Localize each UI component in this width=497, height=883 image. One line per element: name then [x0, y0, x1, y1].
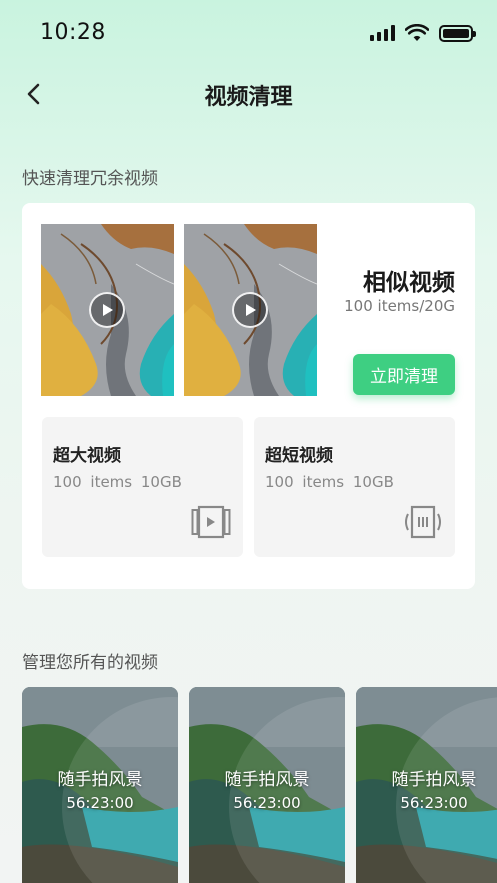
status-bar: 10:28	[0, 0, 497, 64]
play-icon	[89, 292, 125, 328]
similar-videos-meta: 100 items/20G	[344, 297, 455, 315]
video-card[interactable]: 随手拍风景 56:23:00	[356, 687, 497, 883]
status-icons	[370, 24, 476, 42]
similar-video-thumbnail[interactable]	[184, 224, 317, 396]
similar-video-thumbnail[interactable]	[41, 224, 174, 396]
video-card[interactable]: 随手拍风景 56:23:00	[189, 687, 345, 883]
signal-icon	[370, 25, 395, 41]
nav-bar: 视频清理	[0, 68, 497, 122]
video-name: 随手拍风景	[224, 770, 310, 790]
page-title: 视频清理	[204, 85, 293, 110]
status-time: 10:28	[40, 20, 106, 45]
video-duration: 56:23:00	[66, 794, 134, 812]
short-videos-title: 超短视频	[265, 446, 333, 466]
battery-icon	[439, 24, 476, 42]
manage-videos-section-label: 管理您所有的视频	[22, 653, 158, 673]
video-duration: 56:23:00	[400, 794, 468, 812]
video-duration: 56:23:00	[233, 794, 301, 812]
large-videos-card[interactable]: 超大视频 100 items 10GB	[42, 417, 243, 557]
clean-now-button[interactable]: 立即清理	[353, 354, 455, 395]
short-videos-card[interactable]: 超短视频 100 items 10GB	[254, 417, 455, 557]
similar-videos-title: 相似视频	[363, 270, 455, 296]
video-name: 随手拍风景	[391, 770, 477, 790]
video-name: 随手拍风景	[57, 770, 143, 790]
quick-clean-card: 相似视频 100 items/20G 立即清理 超大视频 100 items 1…	[22, 203, 475, 589]
large-videos-meta: 100 items 10GB	[53, 473, 182, 491]
large-videos-title: 超大视频	[53, 446, 121, 466]
video-card[interactable]: 随手拍风景 56:23:00	[22, 687, 178, 883]
wifi-icon	[405, 24, 429, 41]
short-video-icon	[405, 505, 441, 539]
quick-clean-section-label: 快速清理冗余视频	[22, 169, 158, 189]
video-list[interactable]: 随手拍风景 56:23:00 随手拍风景 56:23:00 随手拍风景 56:2…	[22, 687, 497, 883]
short-videos-meta: 100 items 10GB	[265, 473, 394, 491]
play-icon	[232, 292, 268, 328]
large-video-icon	[191, 505, 231, 539]
